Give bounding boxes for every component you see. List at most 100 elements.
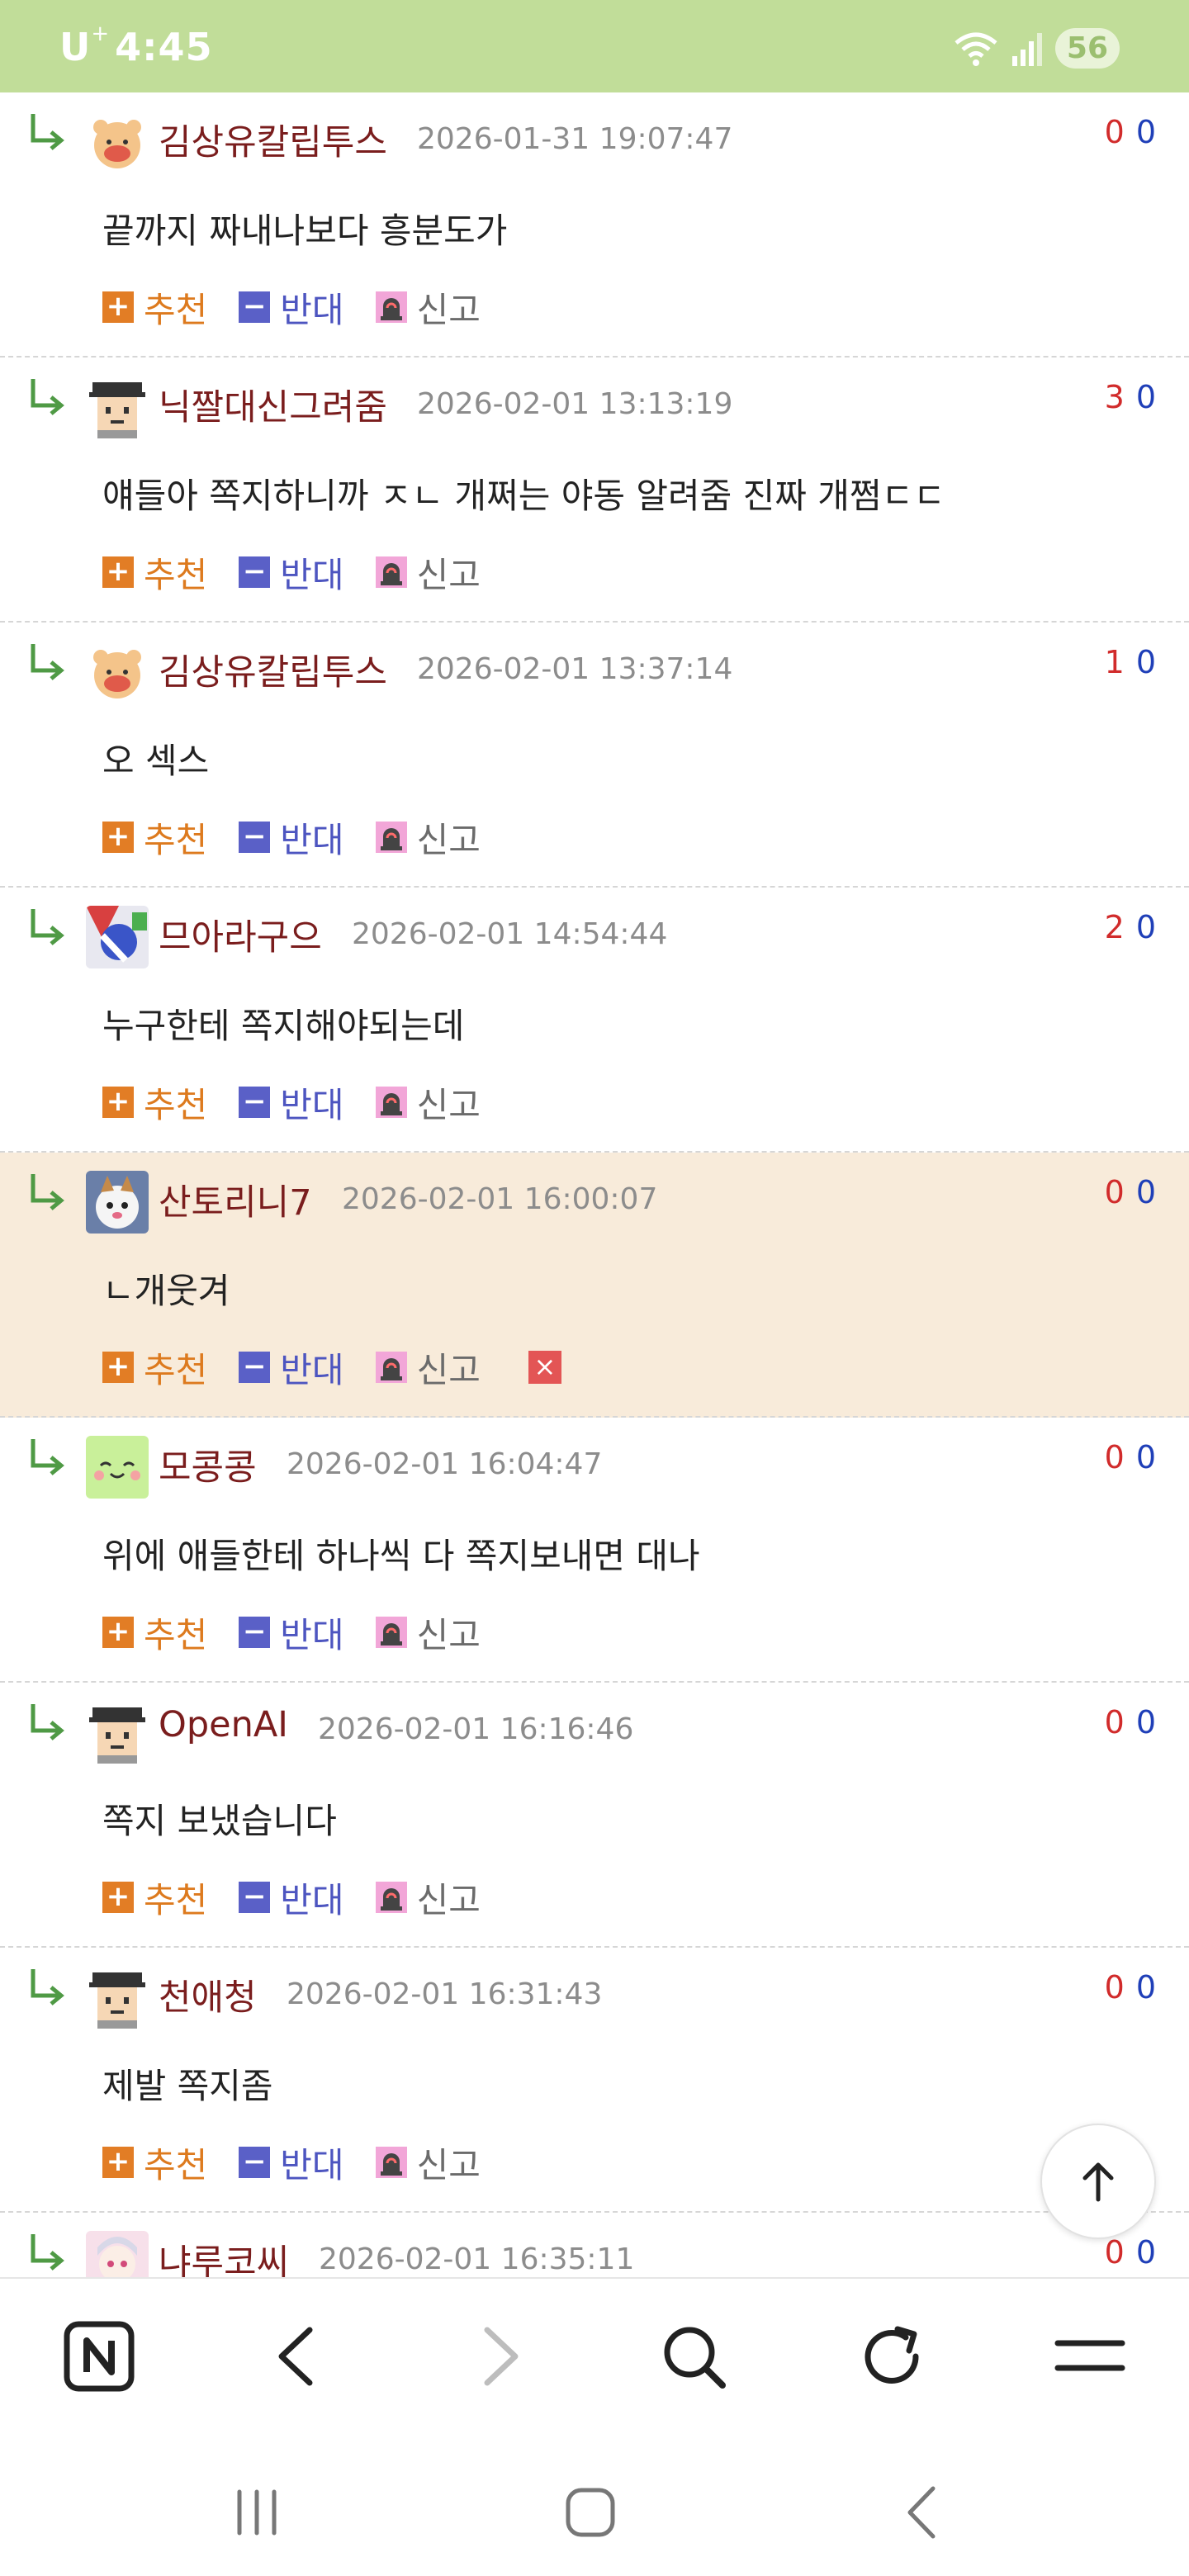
upvote-count: 0 (1104, 1704, 1125, 1740)
search-button[interactable] (652, 2315, 735, 2398)
downvote-count: 0 (1135, 2234, 1156, 2271)
report-button[interactable]: 신고 (375, 1873, 481, 1923)
battery-badge: 56 (1054, 28, 1120, 69)
report-button[interactable]: 신고 (375, 1342, 481, 1393)
avatar[interactable] (86, 376, 149, 438)
reply-arrow-icon (31, 114, 64, 150)
recommend-button[interactable]: + 추천 (102, 2138, 207, 2188)
oppose-button[interactable]: −반대 (239, 1873, 344, 1923)
avatar[interactable] (86, 641, 149, 703)
recommend-label: 추천 (144, 1879, 208, 1920)
pixel-face-icon (86, 1966, 149, 2029)
comment-item: 모콩콩 2026-02-01 16:04:47 00 위에 애들한테 하나씩 다… (0, 1418, 1189, 1683)
comment-item: 김상유칼립투스 2026-01-31 19:07:47 00 끝까지 짜내나보다… (0, 92, 1189, 358)
recommend-button[interactable]: + 추천 (102, 1873, 207, 1923)
report-button[interactable]: 신고 (375, 1077, 481, 1128)
comment-item: OpenAI 2026-02-01 16:16:46 00 쪽지 보냈습니다 +… (0, 1683, 1189, 1948)
comment-nickname[interactable]: 므아라구으 (159, 909, 322, 960)
oppose-button[interactable]: −반대 (239, 1608, 344, 1658)
carrier-label: U (59, 25, 92, 69)
comment-text: 제발 쪽지좀 (102, 2066, 273, 2106)
recent-apps-button[interactable] (220, 2475, 294, 2550)
avatar[interactable] (86, 1701, 149, 1764)
siren-icon (375, 1882, 407, 1913)
comment-date: 2026-02-01 14:54:44 (352, 917, 668, 951)
system-nav-bar (0, 2451, 1189, 2576)
home-button[interactable] (553, 2475, 628, 2550)
comment-text: 오 섹스 (102, 741, 210, 781)
oppose-label: 반대 (280, 554, 344, 595)
upvote-count: 0 (1104, 1969, 1125, 2005)
comment-nickname[interactable]: OpenAI (159, 1704, 288, 1745)
upvote-count: 0 (1104, 2234, 1125, 2271)
minus-icon: − (239, 1882, 271, 1913)
oppose-button[interactable]: −반대 (239, 1077, 344, 1128)
report-button[interactable]: 신고 (375, 812, 481, 863)
vote-counts: 00 (1105, 1969, 1156, 2005)
recommend-button[interactable]: + 추천 (102, 547, 207, 598)
minus-icon: − (239, 2147, 271, 2178)
upvote-count: 3 (1104, 379, 1125, 415)
minus-icon: − (239, 556, 271, 588)
comment-text: 끝까지 짜내나보다 흥분도가 (102, 211, 508, 251)
recommend-button[interactable]: + 추천 (102, 282, 207, 333)
comment-nickname[interactable]: 천애청 (159, 1969, 257, 2020)
avatar[interactable] (86, 1171, 149, 1234)
delete-button[interactable]: × (528, 1351, 561, 1384)
vote-counts: 00 (1105, 1704, 1156, 1740)
comment-actions: + 추천 −반대 신고 (102, 814, 512, 860)
colorful-avatar-icon (86, 906, 149, 968)
oppose-label: 반대 (280, 1879, 344, 1920)
reply-arrow-icon (31, 1174, 64, 1210)
oppose-button[interactable]: −반대 (239, 2138, 344, 2188)
signal-icon (1011, 32, 1042, 66)
search-icon (664, 2327, 726, 2389)
avatar[interactable] (86, 1966, 149, 2029)
hamster-icon (86, 641, 149, 703)
comment-nickname[interactable]: 김상유칼립투스 (159, 644, 387, 695)
recommend-button[interactable]: + 추천 (102, 812, 207, 863)
back-button[interactable] (256, 2315, 339, 2398)
forward-button[interactable] (458, 2315, 541, 2398)
comment-nickname[interactable]: 모콩콩 (159, 1439, 257, 1490)
minus-icon: − (239, 1087, 271, 1118)
report-label: 신고 (416, 289, 481, 330)
vote-counts: 30 (1105, 379, 1156, 415)
comment-nickname[interactable]: 산토리니7 (159, 1174, 312, 1225)
comment-actions: + 추천 −반대 신고 (102, 549, 512, 595)
recommend-label: 추천 (144, 1349, 208, 1390)
scroll-top-button[interactable] (1040, 2124, 1156, 2239)
refresh-button[interactable] (850, 2315, 933, 2398)
naver-home-button[interactable] (58, 2315, 140, 2398)
oppose-button[interactable]: −반대 (239, 1342, 344, 1393)
status-bar: U+ 4:45 56 (0, 0, 1189, 92)
plus-icon: + (102, 1617, 134, 1648)
report-button[interactable]: 신고 (375, 1608, 481, 1658)
avatar[interactable] (86, 906, 149, 968)
report-button[interactable]: 신고 (375, 2138, 481, 2188)
avatar[interactable] (86, 111, 149, 173)
report-button[interactable]: 신고 (375, 547, 481, 598)
recommend-label: 추천 (144, 1614, 208, 1655)
comment-date: 2026-02-01 16:31:43 (287, 1977, 603, 2011)
downvote-count: 0 (1135, 1174, 1156, 1210)
comment-nickname[interactable]: 닉짤대신그려줌 (159, 379, 387, 430)
menu-button[interactable] (1049, 2315, 1131, 2398)
minus-icon: − (239, 822, 271, 853)
avatar[interactable] (86, 1436, 149, 1499)
oppose-label: 반대 (280, 1614, 344, 1655)
recommend-button[interactable]: + 추천 (102, 1077, 207, 1128)
recommend-button[interactable]: + 추천 (102, 1342, 207, 1393)
oppose-button[interactable]: −반대 (239, 547, 344, 598)
siren-icon (375, 291, 407, 323)
reply-arrow-icon (31, 2234, 64, 2271)
cat-avatar-icon (86, 1171, 149, 1234)
downvote-count: 0 (1135, 1439, 1156, 1475)
downvote-count: 0 (1135, 1704, 1156, 1740)
recommend-button[interactable]: + 추천 (102, 1608, 207, 1658)
report-button[interactable]: 신고 (375, 282, 481, 333)
oppose-button[interactable]: −반대 (239, 812, 344, 863)
comment-nickname[interactable]: 김상유칼립투스 (159, 114, 387, 165)
system-back-button[interactable] (887, 2475, 961, 2550)
oppose-button[interactable]: −반대 (239, 282, 344, 333)
